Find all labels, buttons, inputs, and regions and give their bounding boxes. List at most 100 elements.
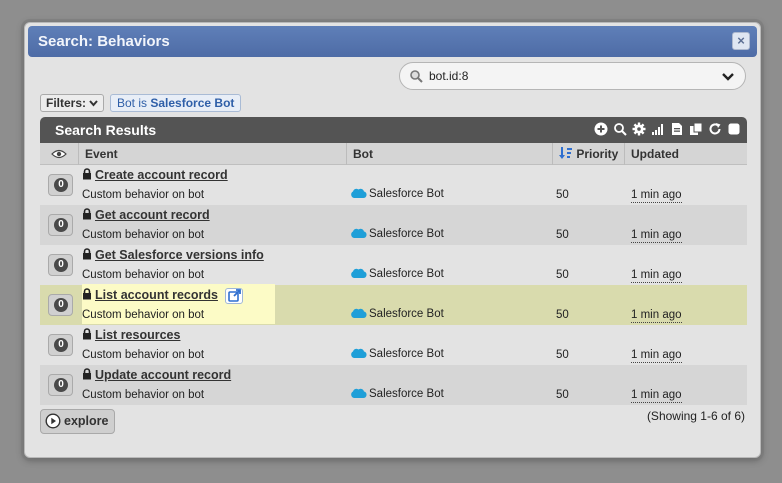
explore-button[interactable]: explore [40, 409, 116, 437]
close-button[interactable]: × [732, 32, 750, 50]
filter-chip-prefix: Bot is [117, 96, 151, 110]
filter-chip-value: Salesforce Bot [150, 96, 235, 110]
updated-value: 1 min ago [631, 189, 682, 203]
count-badge[interactable]: 0 [48, 294, 73, 316]
search-input[interactable] [427, 67, 707, 85]
priority-value: 50 [556, 229, 569, 241]
lock-icon [82, 368, 92, 383]
column-header-updated[interactable]: Updated [624, 143, 747, 165]
results-header: Search Results [40, 117, 747, 143]
count-value: 0 [54, 298, 68, 312]
bot-cell: Salesforce Bot [350, 267, 444, 282]
bot-cell: Salesforce Bot [350, 387, 444, 402]
count-badge[interactable]: 0 [48, 254, 73, 276]
chevron-down-icon[interactable] [722, 71, 734, 85]
priority-value: 50 [556, 189, 569, 201]
results-toolbar [594, 122, 741, 136]
salesforce-cloud-icon [350, 307, 367, 322]
table-row[interactable]: 0 List resources Custom behavior on bot … [40, 325, 747, 365]
salesforce-cloud-icon [350, 187, 367, 202]
bot-cell: Salesforce Bot [350, 187, 444, 202]
filters-dropdown[interactable]: Filters: [40, 94, 105, 112]
event-name: Update account record [95, 368, 232, 382]
visibility-column[interactable] [40, 143, 78, 165]
event-name-link[interactable]: Create account record [82, 168, 228, 183]
salesforce-cloud-icon [350, 387, 367, 402]
count-badge[interactable]: 0 [48, 374, 73, 396]
event-description: Custom behavior on bot [82, 229, 205, 241]
explore-label: explore [64, 414, 109, 428]
table-row[interactable]: 0 Get account record Custom behavior on … [40, 205, 747, 245]
table-row[interactable]: 0 Create account record Custom behavior … [40, 165, 747, 205]
sort-icon [559, 147, 572, 159]
priority-value: 50 [556, 269, 569, 281]
refresh-icon[interactable] [708, 122, 722, 136]
export-icon[interactable] [670, 122, 684, 136]
bar-chart-icon[interactable] [651, 122, 665, 136]
filter-chip-bot[interactable]: Bot is Salesforce Bot [110, 94, 242, 112]
eye-icon [51, 149, 67, 159]
updated-value: 1 min ago [631, 309, 682, 323]
event-name-link[interactable]: List account records [82, 288, 218, 303]
table-row-hovered[interactable]: 0 List account records Custom behavior o… [40, 284, 747, 325]
event-name: Get Salesforce versions info [95, 248, 264, 262]
bot-name: Salesforce Bot [369, 388, 444, 400]
salesforce-cloud-icon [350, 267, 367, 282]
event-description: Custom behavior on bot [82, 189, 205, 201]
lock-icon [82, 248, 92, 263]
event-name: Get account record [95, 208, 210, 222]
column-header-bot[interactable]: Bot [346, 143, 552, 165]
bot-name: Salesforce Bot [369, 228, 444, 240]
priority-value: 50 [556, 309, 569, 321]
add-icon[interactable] [594, 122, 608, 136]
salesforce-cloud-icon [350, 227, 367, 242]
search-icon [409, 69, 423, 86]
count-value: 0 [54, 378, 68, 392]
copy-icon[interactable] [689, 122, 703, 136]
bot-name: Salesforce Bot [369, 348, 444, 360]
count-badge[interactable]: 0 [48, 174, 73, 196]
event-description: Custom behavior on bot [82, 309, 205, 321]
event-name-link[interactable]: Get Salesforce versions info [82, 248, 264, 263]
column-header-event[interactable]: Event [78, 143, 346, 165]
event-name-link[interactable]: Get account record [82, 208, 210, 223]
event-name-link[interactable]: Update account record [82, 368, 231, 383]
search-dialog: Search: Behaviors × Filters: Bot is Sale… [24, 22, 761, 458]
event-name: List resources [95, 328, 181, 342]
table-header: Event Bot Priority Updated [40, 143, 747, 165]
bot-name: Salesforce Bot [369, 188, 444, 200]
lock-icon [82, 168, 92, 183]
search-icon[interactable] [613, 122, 627, 136]
gear-icon[interactable] [632, 122, 646, 136]
column-header-priority[interactable]: Priority [552, 143, 624, 165]
count-value: 0 [54, 338, 68, 352]
stop-icon[interactable] [727, 122, 741, 136]
salesforce-cloud-icon [350, 347, 367, 362]
count-badge[interactable]: 0 [48, 334, 73, 356]
count-value: 0 [54, 178, 68, 192]
updated-value: 1 min ago [631, 349, 682, 363]
event-name-link[interactable]: List resources [82, 328, 180, 343]
filters-label: Filters: [46, 96, 87, 110]
event-description: Custom behavior on bot [82, 269, 205, 281]
event-name: Create account record [95, 168, 228, 182]
open-external-icon[interactable] [225, 288, 243, 304]
table-row[interactable]: 0 Update account record Custom behavior … [40, 365, 747, 405]
table-row[interactable]: 0 Get Salesforce versions info Custom be… [40, 245, 747, 285]
chevron-down-icon [89, 100, 99, 107]
lock-icon [82, 288, 92, 303]
dialog-title-bar: Search: Behaviors × [28, 26, 757, 57]
dialog-title: Search: Behaviors [38, 33, 170, 50]
search-box[interactable] [399, 62, 746, 90]
count-badge[interactable]: 0 [48, 214, 73, 236]
event-name: List account records [95, 288, 218, 302]
priority-value: 50 [556, 349, 569, 361]
updated-value: 1 min ago [631, 229, 682, 243]
priority-value: 50 [556, 389, 569, 401]
results-title: Search Results [55, 122, 157, 138]
play-circle-icon [45, 413, 61, 437]
bot-cell: Salesforce Bot [350, 227, 444, 242]
pagination-status: (Showing 1-6 of 6) [646, 409, 745, 423]
lock-icon [82, 328, 92, 343]
bot-name: Salesforce Bot [369, 268, 444, 280]
